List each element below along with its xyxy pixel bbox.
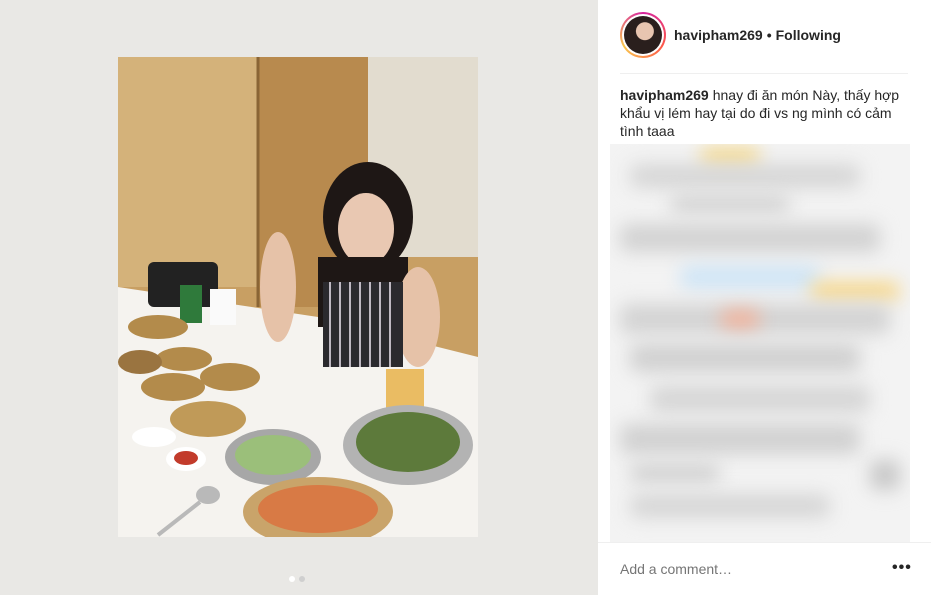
comment-bar: ••• xyxy=(598,542,931,595)
post-side-panel: havipham269 • Following havipham269 hnay … xyxy=(598,0,931,595)
media-panel xyxy=(0,0,598,595)
instagram-post-view: havipham269 • Following havipham269 hnay … xyxy=(0,0,931,595)
post-caption: havipham269 hnay đi ăn món Này, thấy hợp … xyxy=(620,86,912,140)
username-link[interactable]: havipham269 xyxy=(674,27,763,43)
avatar[interactable] xyxy=(620,12,666,58)
post-photo[interactable] xyxy=(118,57,478,537)
following-button[interactable]: Following xyxy=(776,27,841,43)
comments-blurred-area xyxy=(610,144,910,542)
avatar-image xyxy=(624,16,662,54)
separator-dot: • xyxy=(766,27,772,43)
header-text: havipham269 • Following xyxy=(674,27,841,43)
carousel-dot xyxy=(299,576,305,582)
comment-input[interactable] xyxy=(620,561,860,577)
carousel-indicator xyxy=(289,576,305,582)
post-header: havipham269 • Following xyxy=(620,12,908,74)
carousel-dot-active xyxy=(289,576,295,582)
more-options-button[interactable]: ••• xyxy=(892,559,912,577)
caption-username[interactable]: havipham269 xyxy=(620,87,709,103)
